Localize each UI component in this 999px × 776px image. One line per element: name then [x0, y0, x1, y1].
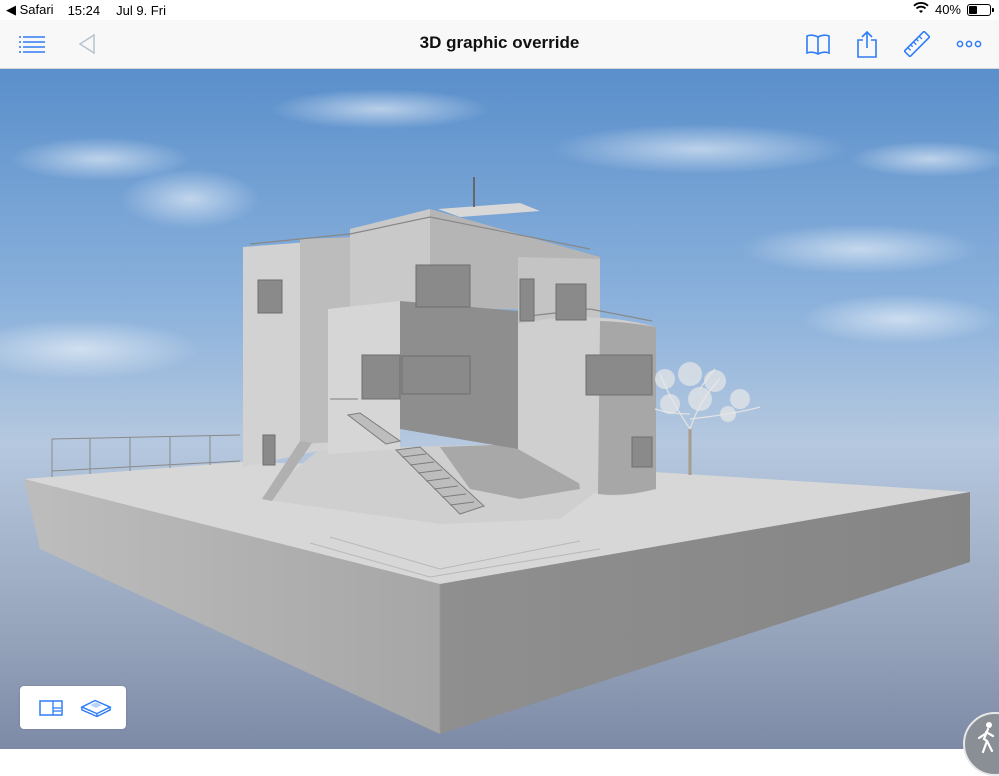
battery-icon — [967, 3, 994, 16]
3d-viewport[interactable] — [0, 69, 999, 749]
status-date: Jul 9. Fri — [116, 2, 166, 18]
wifi-icon — [913, 2, 929, 17]
back-to-app-link[interactable]: ◀ Safari — [6, 2, 54, 18]
2d-plan-icon[interactable] — [35, 695, 67, 721]
3d-view-icon[interactable] — [79, 695, 112, 721]
ruler-icon[interactable] — [902, 30, 932, 58]
share-icon[interactable] — [852, 30, 882, 58]
status-time: 15:24 — [67, 2, 101, 18]
view-mode-toggle — [20, 686, 126, 729]
more-icon[interactable] — [954, 30, 984, 58]
3d-scene[interactable] — [0, 69, 999, 749]
status-right: 40% — [913, 2, 994, 17]
status-bar: ◀ Safari 15:24 Jul 9. Fri 40% — [0, 0, 999, 20]
navigation-bar: 3D graphic override — [0, 20, 999, 69]
battery-percent: 40% — [934, 2, 961, 17]
book-icon[interactable] — [803, 30, 833, 58]
page-title: 3D graphic override — [419, 33, 580, 52]
status-left: ◀ Safari 15:24 Jul 9. Fri — [6, 2, 166, 18]
